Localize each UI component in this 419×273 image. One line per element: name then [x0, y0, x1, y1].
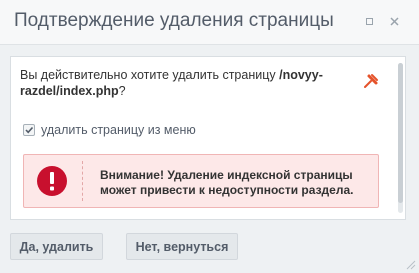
close-icon — [389, 16, 399, 26]
close-button[interactable] — [386, 13, 402, 29]
confirm-delete-button[interactable]: Да, удалить — [10, 233, 103, 260]
remove-from-menu-checkbox[interactable] — [23, 124, 35, 136]
check-icon — [25, 126, 34, 134]
delete-page-dialog: Подтверждение удаления страницы Вы дейст… — [0, 0, 419, 273]
warning-text: Внимание! Удаление индексной страницы мо… — [100, 168, 354, 197]
minimize-button[interactable] — [361, 13, 377, 29]
dialog-content: Вы действительно хотите удалить страницу… — [10, 56, 406, 220]
remove-from-menu-option[interactable]: удалить страницу из меню — [23, 123, 196, 137]
checkbox-label: удалить страницу из меню — [41, 123, 196, 137]
question-prefix: Вы действительно хотите удалить страницу — [20, 68, 280, 82]
minimize-icon — [365, 17, 373, 25]
cancel-button[interactable]: Нет, вернуться — [126, 233, 238, 260]
warning-alert: Внимание! Удаление индексной страницы мо… — [23, 154, 379, 208]
scrollbar-thumb[interactable] — [398, 63, 403, 203]
dialog-titlebar[interactable]: Подтверждение удаления страницы — [0, 0, 419, 45]
pin-button[interactable] — [361, 71, 381, 91]
pin-icon — [364, 74, 378, 88]
question-suffix: ? — [118, 84, 126, 98]
dialog-title: Подтверждение удаления страницы — [14, 10, 334, 31]
content-scrollbar[interactable] — [398, 63, 403, 213]
warning-icon — [36, 165, 68, 197]
confirm-question: Вы действительно хотите удалить страницу… — [20, 67, 360, 99]
resize-grip-icon[interactable] — [404, 258, 416, 270]
alert-divider — [82, 161, 83, 201]
